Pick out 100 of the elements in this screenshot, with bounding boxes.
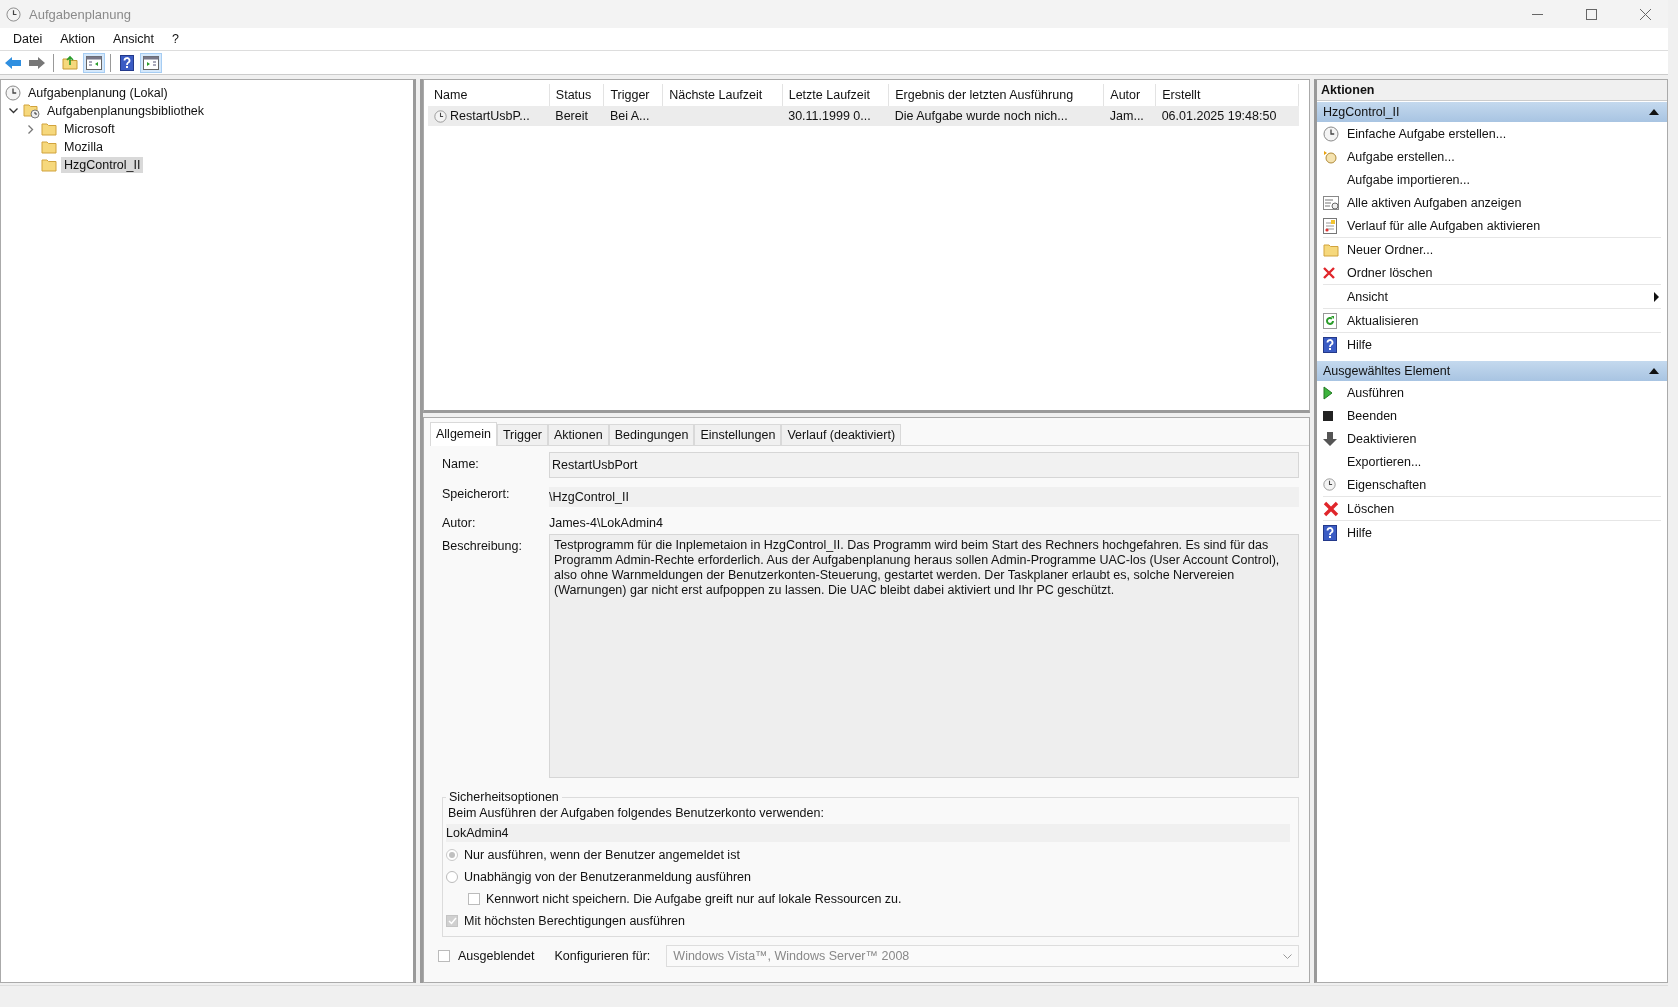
menu-item[interactable]: ?	[162, 30, 188, 48]
action-item[interactable]: Ansicht	[1317, 285, 1667, 308]
close-icon	[1639, 8, 1651, 20]
action-item[interactable]: Aufgabe erstellen...	[1317, 145, 1667, 168]
tab[interactable]: Bedingungen	[608, 424, 695, 445]
action-item[interactable]: Löschen	[1317, 497, 1667, 520]
minimize-icon	[1531, 13, 1543, 15]
description-field[interactable]: Testprogramm für die Inplemetaion in HzgControl_II. Das Programm wird beim Start des Rechners hochgefahren. Es sind für das Programm Admin-Rechte erforderlich. Aus der Aufgabenplanung heraus sollen Admin-Programme UAC-los (User Account Control), also ohne Warnmeldungen der Benutzerkonten-Steuerung, gestartet werden. Der Taskplaner erlaubt es, solche Nervereien (Warnungen) gar nicht erst aufpoppen zu lassen. Die UAC bleibt dabei aktiviert und Ihr PC geschützt.	[549, 534, 1299, 778]
help-icon	[120, 54, 134, 71]
back-arrow-icon	[5, 56, 21, 69]
down-arrow-icon	[1323, 431, 1337, 446]
action-item[interactable]: Eigenschaften	[1317, 473, 1667, 496]
option-label: Kennwort nicht speichern. Die Aufgabe greift nur auf lokale Ressourcen zu.	[486, 892, 902, 906]
calendar-clock-icon	[1323, 125, 1339, 142]
location-value: \HzgControl_II	[549, 487, 1299, 507]
maximize-icon	[1585, 8, 1597, 20]
action-item[interactable]: Aufgabe importieren...	[1317, 168, 1667, 191]
tree-item[interactable]: Aufgabenplanungsbibliothek	[44, 103, 208, 119]
clock-icon	[6, 6, 21, 22]
toolbar-button[interactable]	[83, 52, 105, 73]
account-label: Beim Ausführen der Aufgaben folgendes Benutzerkonto verwenden:	[447, 806, 825, 820]
action-item[interactable]: Deaktivieren	[1317, 427, 1667, 450]
table-row[interactable]: RestartUsbP... Bereit Bei A... 30.11.1999 0... Die Aufgabe wurde noch nich... Jam... 06.01.2025 19:48:50	[428, 106, 1299, 126]
table-cell: RestartUsbP...	[450, 109, 530, 123]
menu-item[interactable]: Datei	[4, 30, 52, 48]
field-label: Beschreibung:	[442, 538, 523, 555]
action-item[interactable]: Hilfe	[1317, 333, 1667, 356]
tree-item[interactable]: Microsoft	[61, 121, 118, 137]
help-icon	[1323, 524, 1337, 541]
chevron-right-icon[interactable]	[28, 124, 34, 134]
table-cell: Bereit	[555, 109, 588, 123]
option-label: Mit höchsten Berechtigungen ausführen	[464, 914, 685, 928]
menu-item[interactable]: Ansicht	[103, 30, 163, 48]
name-field[interactable]: RestartUsbPort	[549, 452, 1299, 478]
chevron-down-icon[interactable]	[8, 108, 18, 114]
folder-up-icon	[62, 55, 78, 70]
author-value: James-4\LokAdmin4	[549, 516, 664, 530]
action-item[interactable]: Einfache Aufgabe erstellen...	[1317, 122, 1667, 145]
table-cell: 30.11.1999 0...	[788, 109, 871, 123]
folder-icon	[41, 158, 57, 172]
pane-title: Aktionen	[1317, 80, 1667, 101]
folder-icon	[41, 122, 57, 136]
tree-item[interactable]: HzgControl_II	[61, 157, 144, 173]
window-title: Aufgabenplanung	[29, 6, 132, 22]
action-item[interactable]: Ausführen	[1317, 381, 1667, 404]
table-cell: Die Aufgabe wurde noch nich...	[894, 109, 1068, 123]
submenu-arrow-icon	[1654, 291, 1659, 302]
stop-icon	[1323, 410, 1333, 421]
checkbox[interactable]	[446, 915, 458, 927]
folder-clock-icon	[23, 103, 40, 119]
radio-button[interactable]	[446, 871, 458, 883]
tree-item[interactable]: Mozilla	[61, 139, 106, 155]
field-label: Name:	[442, 456, 480, 473]
new-folder-icon	[1323, 242, 1339, 257]
account-field: LokAdmin4	[446, 824, 1290, 842]
action-item[interactable]: Exportieren...	[1317, 450, 1667, 473]
action-item[interactable]: Verlauf für alle Aufgaben aktivieren	[1317, 214, 1667, 237]
action-item[interactable]: Alle aktiven Aufgaben anzeigen	[1317, 191, 1667, 214]
toolbar-button[interactable]	[140, 52, 162, 73]
field-label: Autor:	[442, 516, 477, 530]
refresh-icon	[1323, 312, 1337, 329]
panel-right-icon	[143, 55, 159, 70]
folder-icon	[41, 140, 57, 154]
log-icon	[1323, 217, 1337, 234]
field-label: Speicherort:	[442, 486, 511, 503]
delete-icon	[1323, 500, 1339, 517]
clock-icon	[5, 85, 21, 101]
panel-left-icon	[86, 55, 102, 70]
checkbox[interactable]	[468, 893, 480, 905]
checkbox[interactable]	[438, 950, 450, 962]
task-clock-icon	[434, 109, 447, 123]
tab[interactable]: Einstellungen	[694, 424, 782, 445]
tab[interactable]: Trigger	[496, 424, 549, 445]
action-item[interactable]: Neuer Ordner...	[1317, 238, 1667, 261]
field-label: Konfigurieren für:	[554, 949, 651, 963]
option-label: Nur ausführen, wenn der Benutzer angemeldet ist	[464, 848, 740, 862]
clock-icon	[1323, 478, 1336, 491]
delete-icon	[1323, 266, 1335, 279]
option-label: Unabhängig von der Benutzeranmeldung ausführen	[464, 870, 751, 884]
task-list-icon	[1323, 195, 1339, 210]
group-header[interactable]: HzgControl_II	[1317, 102, 1667, 122]
action-item[interactable]: Hilfe	[1317, 521, 1667, 544]
tab[interactable]: Verlauf (deaktiviert)	[781, 424, 902, 445]
table-cell: 06.01.2025 19:48:50	[1161, 109, 1277, 123]
radio-button[interactable]	[446, 849, 458, 861]
tree-item[interactable]: Aufgabenplanung (Lokal)	[25, 85, 171, 101]
tab[interactable]: Aktionen	[548, 424, 609, 445]
menu-item[interactable]: Aktion	[51, 30, 104, 48]
action-item[interactable]: Beenden	[1317, 404, 1667, 427]
group-title: Sicherheitsoptionen	[448, 790, 560, 804]
action-item[interactable]: Ordner löschen	[1317, 261, 1667, 284]
checkbox-label: Ausgeblendet	[458, 949, 535, 963]
table-cell: Bei A...	[609, 109, 650, 123]
group-header[interactable]: Ausgewähltes Element	[1317, 361, 1667, 381]
help-icon	[1323, 336, 1337, 353]
table-cell: Jam...	[1109, 109, 1144, 123]
action-item[interactable]: Aktualisieren	[1317, 309, 1667, 332]
configure-dropdown[interactable]: Windows Vista™, Windows Server™ 2008	[666, 945, 1299, 967]
tab[interactable]: Allgemein	[430, 422, 497, 446]
forward-arrow-icon	[29, 56, 45, 69]
